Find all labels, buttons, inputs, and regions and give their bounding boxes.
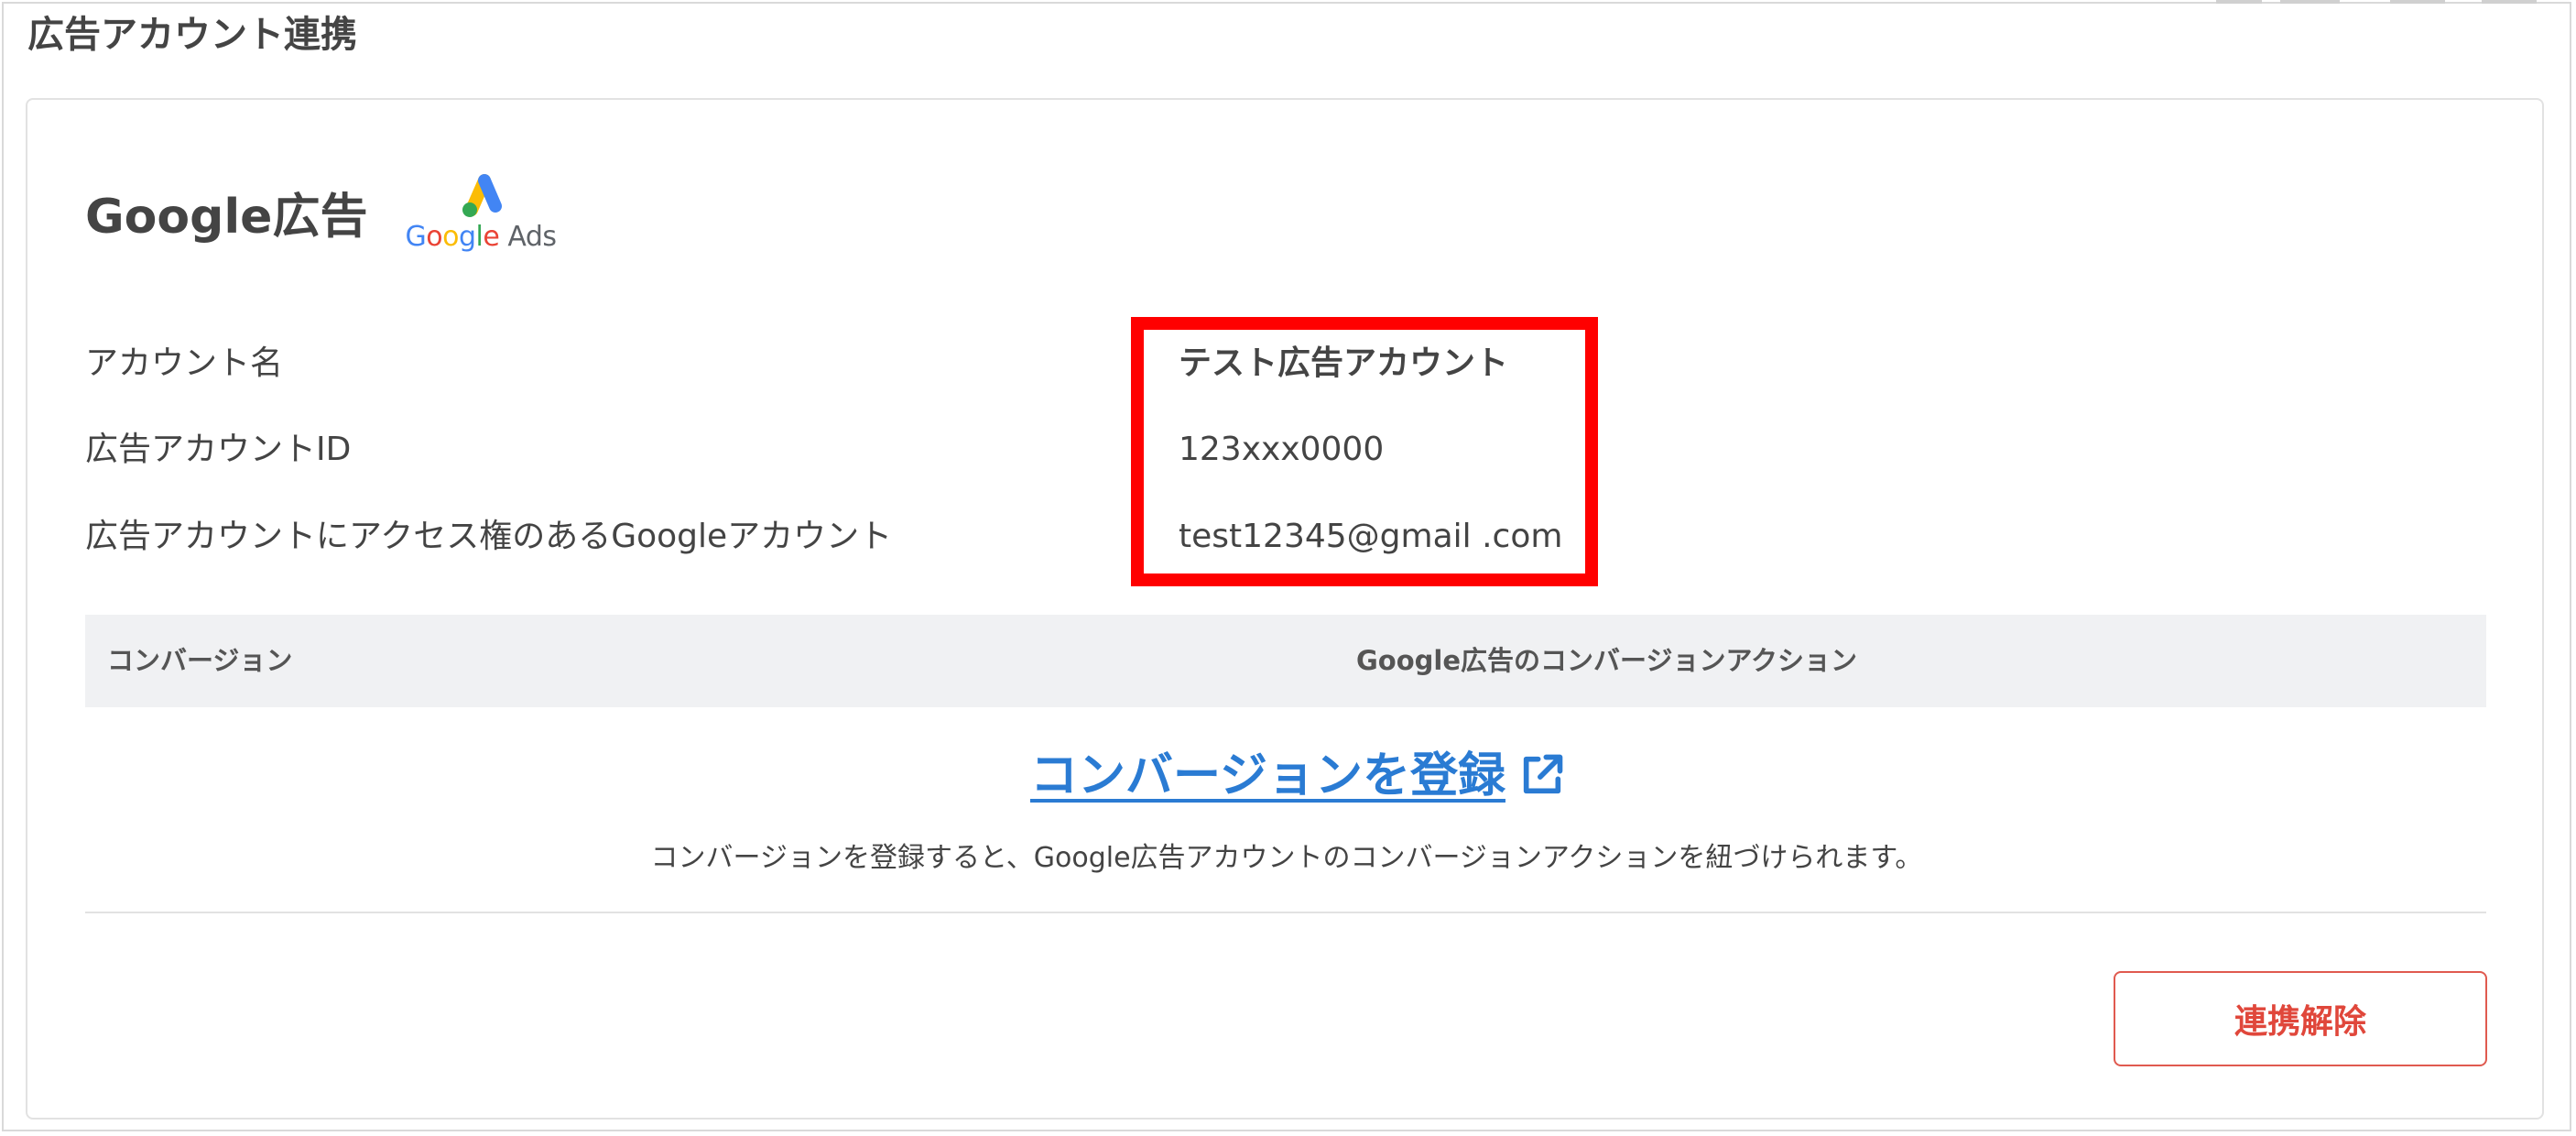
google-ads-logo-text: Google Ads [405, 221, 557, 253]
account-id-label: 広告アカウントID [85, 431, 352, 468]
conversion-table-header: コンバージョン Google広告のコンバージョンアクション [85, 615, 2486, 707]
page-title: 広告アカウント連携 [27, 14, 357, 56]
column-header-conversion-action: Google広告のコンバージョンアクション [1356, 645, 1857, 676]
unlink-button[interactable]: 連携解除 [2114, 971, 2487, 1066]
highlight-box [1131, 317, 1598, 586]
google-ads-card: Google広告 Google Ads アカウント名 広告アカウントID 広告ア… [26, 98, 2544, 1120]
column-header-conversion: コンバージョン [107, 645, 293, 676]
register-conversion-link-label: コンバージョンを登録 [1030, 748, 1505, 803]
google-ads-logo: Google Ads [394, 164, 568, 265]
section-title: Google広告 [85, 190, 368, 245]
register-conversion-link[interactable]: コンバージョンを登録 [1030, 741, 1566, 818]
divider [85, 912, 2486, 913]
register-note: コンバージョンを登録すると、Google広告アカウントのコンバージョンアクション… [650, 842, 1923, 874]
google-account-label: 広告アカウントにアクセス権のあるGoogleアカウント [85, 518, 893, 555]
account-name-label: アカウント名 [85, 344, 284, 382]
google-ads-logo-icon [462, 174, 502, 217]
external-link-icon [1518, 748, 1566, 818]
